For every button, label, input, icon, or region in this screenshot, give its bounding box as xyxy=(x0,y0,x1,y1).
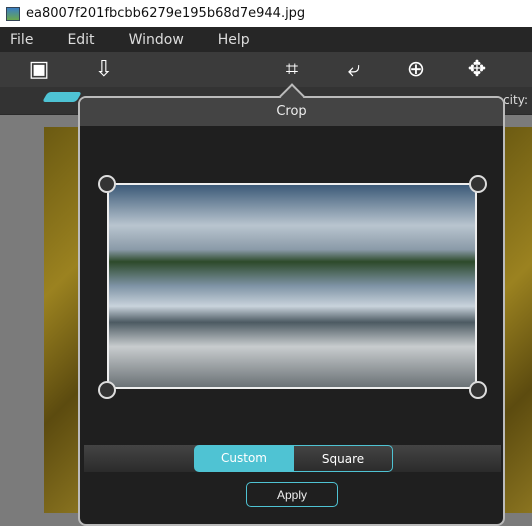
menu-edit[interactable]: Edit xyxy=(67,32,94,48)
image-icon[interactable]: ▣ xyxy=(25,56,53,84)
window-title: ea8007f201fbcbb6279e195b68d7e944.jpg xyxy=(26,6,306,21)
crop-panel: Crop Custom Square Apply xyxy=(78,96,505,526)
mode-custom-button[interactable]: Custom xyxy=(194,445,294,472)
zoom-in-icon[interactable]: ⊕ xyxy=(402,56,430,84)
brush-icon[interactable] xyxy=(42,92,82,102)
menu-help[interactable]: Help xyxy=(218,32,250,48)
crop-handle-bottom-left[interactable] xyxy=(98,381,116,399)
crop-icon[interactable]: ⌗ xyxy=(278,56,306,84)
mode-square-button[interactable]: Square xyxy=(293,445,393,472)
crop-handle-top-left[interactable] xyxy=(98,175,116,193)
menu-window[interactable]: Window xyxy=(129,32,184,48)
crop-mode-bar: Custom Square xyxy=(84,445,501,472)
opacity-label: city: xyxy=(503,93,528,107)
apply-button[interactable]: Apply xyxy=(246,482,338,507)
title-bar: ea8007f201fbcbb6279e195b68d7e944.jpg xyxy=(0,0,532,27)
crop-handle-bottom-right[interactable] xyxy=(469,381,487,399)
menu-bar: File Edit Window Help xyxy=(0,27,532,52)
rotate-icon[interactable]: ⤶ xyxy=(340,56,368,84)
save-icon[interactable]: ⇩ xyxy=(90,56,118,84)
move-icon[interactable]: ✥ xyxy=(463,56,491,84)
menu-file[interactable]: File xyxy=(10,32,33,48)
toolbar: ▣ ⇩ ⌗ ⤶ ⊕ ✥ xyxy=(0,52,532,87)
crop-handle-top-right[interactable] xyxy=(469,175,487,193)
app-icon xyxy=(6,6,20,21)
crop-preview-image[interactable] xyxy=(107,183,477,389)
